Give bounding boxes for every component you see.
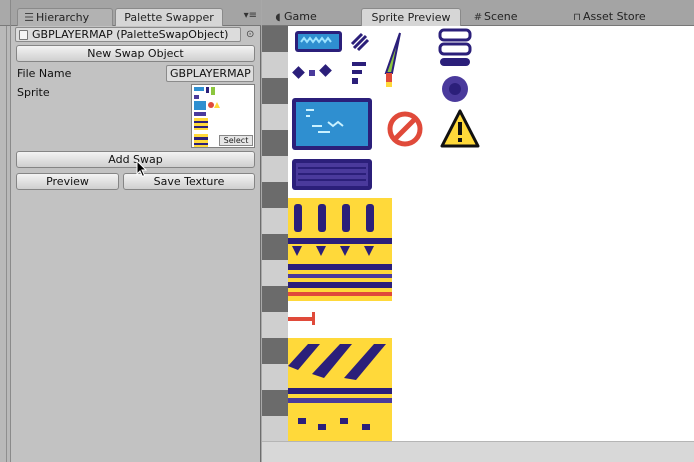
sprite-bars-icon (352, 62, 366, 84)
sprite-orb-icon (442, 76, 468, 102)
file-name-label: File Name (17, 67, 72, 80)
tab-game[interactable]: ◖ Game (272, 8, 317, 26)
panel-menu-icon[interactable]: ▾≡ (244, 11, 257, 21)
sprite-screen-icon (292, 98, 372, 150)
sprite-battery-icon (295, 31, 342, 52)
right-tab-bar: ◖ Game Sprite Preview # Scene ⊓ Asset Store (262, 0, 694, 26)
bag-icon: ⊓ (573, 12, 581, 23)
checker-cell (262, 156, 288, 182)
tab-asset-store[interactable]: ⊓ Asset Store (571, 8, 646, 26)
left-tab-bar: ☰ Hierarchy Palette Swapper ▾≡ (11, 0, 261, 26)
sprite-thumbnail-field[interactable]: Select (191, 84, 255, 148)
checker-cell (262, 52, 288, 78)
sprite-dots-icon (292, 64, 332, 79)
pacman-icon: ◖ (275, 12, 281, 23)
mouse-cursor-icon (136, 160, 148, 178)
tab-asset-store-label: Asset Store (583, 10, 646, 23)
object-picker-icon[interactable]: ⊙ (246, 29, 254, 40)
tab-palette-swapper-label: Palette Swapper (124, 11, 214, 24)
object-enable-checkbox[interactable] (19, 30, 28, 40)
checker-cell (262, 312, 288, 338)
new-swap-object-button[interactable]: New Swap Object (16, 45, 255, 62)
checker-cell (262, 182, 288, 208)
tab-hierarchy[interactable]: ☰ Hierarchy (17, 8, 113, 26)
tab-sprite-preview[interactable]: Sprite Preview (361, 8, 461, 26)
tab-scene-label: Scene (484, 10, 518, 23)
tab-scene[interactable]: # Scene (472, 8, 518, 26)
sprite-keyboard-icon (292, 159, 372, 190)
sprite-red-line (288, 312, 315, 325)
splitter-line (6, 26, 7, 462)
list-icon: ☰ (24, 11, 34, 24)
sprite-select-button[interactable]: Select (219, 135, 253, 146)
tab-palette-swapper[interactable]: Palette Swapper (115, 8, 223, 26)
checker-cell (262, 260, 288, 286)
sprite-feather-icon (384, 32, 401, 87)
object-header: GBPLAYERMAP (PaletteSwapObject) ⊙ (15, 26, 255, 42)
sprite-pattern-block-1 (288, 198, 392, 301)
sprite-slash-marks-icon (350, 32, 370, 52)
checker-cell (262, 416, 288, 442)
checker-cell (262, 26, 288, 52)
palette-swapper-panel: ☰ Hierarchy Palette Swapper ▾≡ GBPLAYERMA… (11, 0, 261, 462)
file-name-field[interactable]: GBPLAYERMAP (166, 65, 254, 82)
checker-cell (262, 208, 288, 234)
sprite-warning-icon (440, 109, 480, 148)
sprite-preview-panel: ◖ Game Sprite Preview # Scene ⊓ Asset Store (262, 0, 694, 462)
sprite-label: Sprite (17, 86, 50, 99)
checker-cell (262, 338, 288, 364)
checker-cell (262, 286, 288, 312)
tab-hierarchy-label: Hierarchy (36, 11, 90, 24)
transparency-checker-strip (262, 26, 288, 442)
checker-cell (262, 390, 288, 416)
checker-cell (262, 130, 288, 156)
sprite-sheet-preview (288, 28, 480, 441)
checker-cell (262, 364, 288, 390)
sprite-pattern-block-2 (288, 338, 392, 441)
checker-cell (262, 78, 288, 104)
object-label: GBPLAYERMAP (PaletteSwapObject) (32, 28, 229, 41)
preview-button[interactable]: Preview (16, 173, 119, 190)
preview-bottom-strip (262, 441, 694, 462)
grid-icon: # (473, 12, 483, 23)
object-field[interactable]: GBPLAYERMAP (PaletteSwapObject) (15, 27, 241, 42)
checker-cell (262, 104, 288, 130)
sprite-stack-icon (438, 28, 472, 66)
tab-game-label: Game (284, 10, 317, 23)
tab-sprite-preview-label: Sprite Preview (371, 11, 451, 24)
checker-cell (262, 234, 288, 260)
left-edge-strip (0, 0, 11, 462)
left-edge-strip-cap (0, 0, 10, 26)
sprite-no-entry-icon (387, 111, 423, 147)
